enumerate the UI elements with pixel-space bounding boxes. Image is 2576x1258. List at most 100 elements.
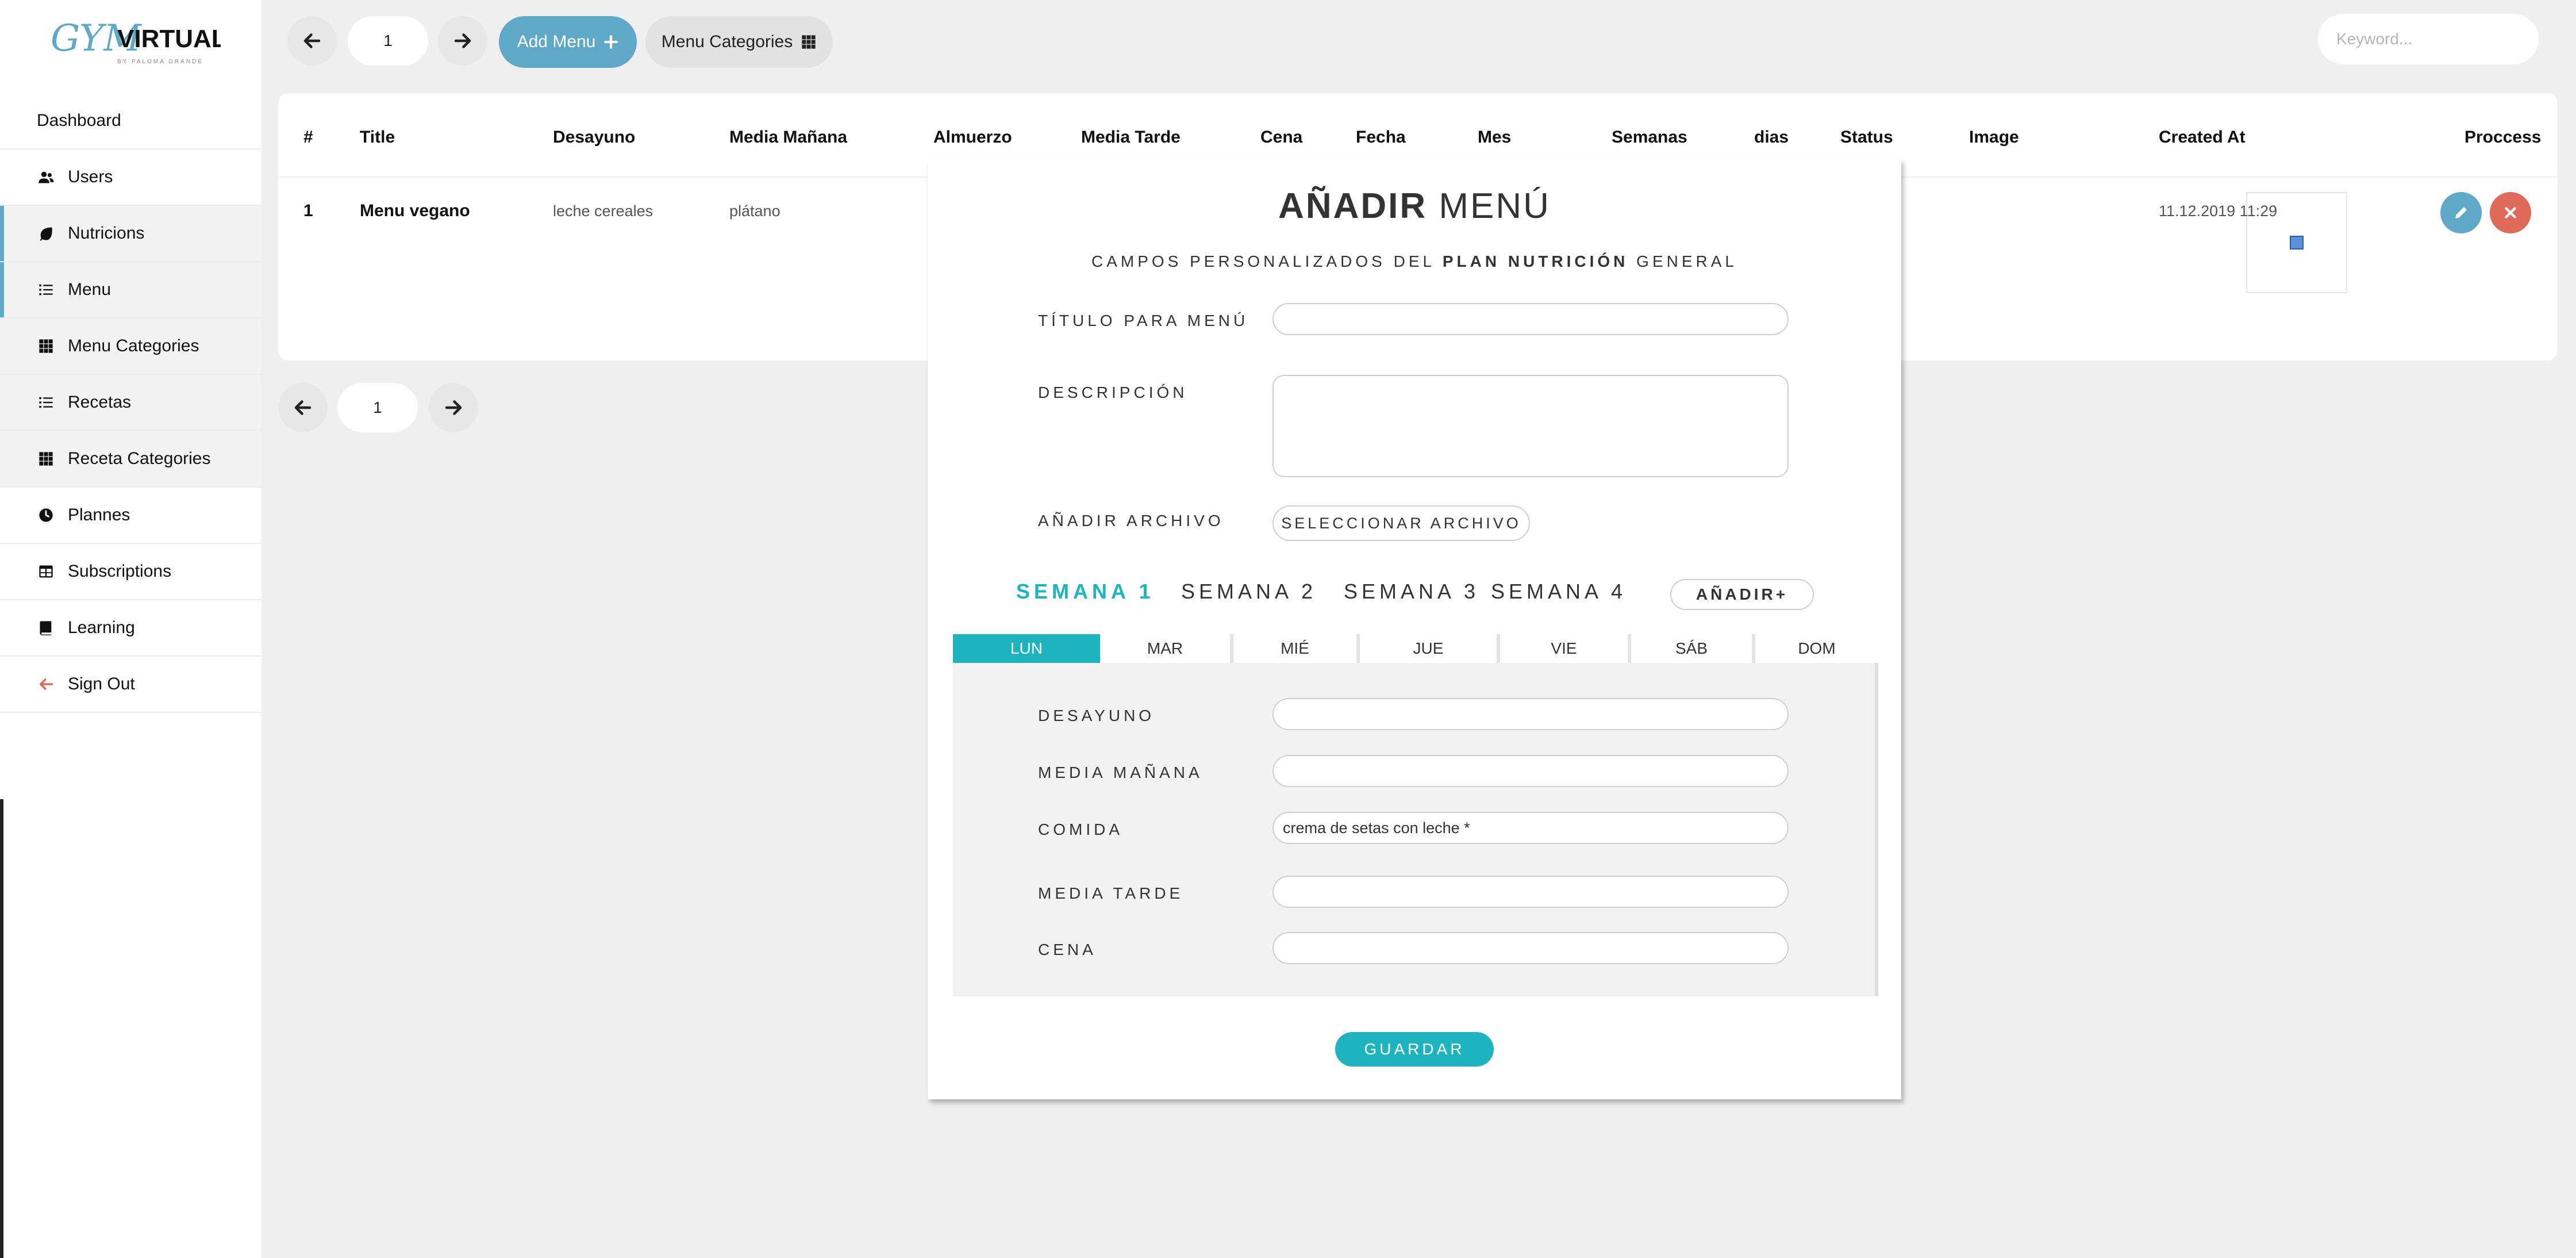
prev-page-button[interactable] <box>287 16 337 66</box>
page-number[interactable]: 1 <box>348 16 428 66</box>
add-week-button[interactable]: AÑADIR+ <box>1670 579 1814 610</box>
column-header: Proccess <box>2464 128 2542 147</box>
sidebar-item-label: Nutricions <box>68 224 145 243</box>
users-icon <box>37 168 55 186</box>
add-menu-label: Add Menu <box>517 32 596 51</box>
panel-scrollbar[interactable] <box>1875 663 1878 996</box>
tab-semana-4[interactable]: SEMANA 4 <box>1491 580 1627 604</box>
tab-day-lun[interactable]: LUN <box>953 634 1100 663</box>
row-media-manana: plátano <box>729 202 781 220</box>
meal-field-media-tarde[interactable] <box>1272 876 1789 908</box>
sidebar-item-label: Subscriptions <box>68 562 172 581</box>
sidebar-item-plannes[interactable]: Plannes <box>0 488 262 544</box>
menu-categories-button[interactable]: Menu Categories <box>645 16 833 68</box>
description-label: DESCRIPCIÓN <box>1038 383 1188 401</box>
sidebar-item-label: Recetas <box>68 393 132 412</box>
arrow-right-icon <box>445 400 462 415</box>
next-page-button[interactable] <box>429 383 478 432</box>
meal-label-media-tarde: MEDIA TARDE <box>1038 884 1184 902</box>
add-menu-button[interactable]: Add Menu <box>499 16 637 68</box>
tab-day-mie[interactable]: MIÉ <box>1233 634 1360 663</box>
svg-text:VIRTUAL: VIRTUAL <box>117 25 221 53</box>
save-button[interactable]: GUARDAR <box>1335 1032 1494 1067</box>
top-toolbar: 1 Add Menu Menu Categories <box>262 0 2576 86</box>
meal-field-comida[interactable] <box>1272 812 1789 844</box>
menu-title-field[interactable] <box>1272 303 1789 335</box>
sidebar-item-label: Dashboard <box>37 111 121 130</box>
tab-semana-3[interactable]: SEMANA 3 <box>1344 580 1479 604</box>
modal-title-bold: AÑADIR <box>1278 186 1428 226</box>
day-tabs: LUN MAR MIÉ JUE VIE SÁB DOM <box>953 634 1878 663</box>
column-header: Cena <box>1260 128 1303 147</box>
column-header: Almuerzo <box>933 128 1012 147</box>
sidebar-item-nutricions[interactable]: Nutricions <box>0 206 262 262</box>
tab-semana-2[interactable]: SEMANA 2 <box>1181 580 1317 604</box>
row-title: Menu vegano <box>360 201 470 220</box>
modal-title: AÑADIR MENÚ <box>928 186 1901 227</box>
plus-icon <box>604 35 618 49</box>
column-header: Media Mañana <box>729 128 848 147</box>
book-icon <box>37 619 55 637</box>
grid-icon <box>37 337 55 355</box>
meal-label-comida: COMIDA <box>1038 820 1123 838</box>
sidebar-item-receta-categories[interactable]: Receta Categories <box>0 431 262 488</box>
subtitle-pre: CAMPOS PERSONALIZADOS DEL <box>1091 252 1435 270</box>
add-menu-modal: AÑADIR MENÚ CAMPOS PERSONALIZADOS DEL PL… <box>928 159 1901 1099</box>
meal-label-cena: CENA <box>1038 941 1097 958</box>
arrow-left-icon <box>37 675 55 693</box>
select-file-button[interactable]: SELECCIONAR ARCHIVO <box>1272 505 1530 541</box>
row-desayuno: leche cereales <box>553 202 653 220</box>
close-icon <box>2505 207 2516 218</box>
tab-semana-1[interactable]: SEMANA 1 <box>1016 580 1155 604</box>
sidebar-item-recetas[interactable]: Recetas <box>0 375 262 431</box>
column-header: Title <box>360 128 395 147</box>
page-number[interactable]: 1 <box>337 383 418 432</box>
sidebar-item-sign-out[interactable]: Sign Out <box>0 657 262 713</box>
description-field[interactable] <box>1272 375 1789 477</box>
prev-page-button[interactable] <box>278 383 328 432</box>
svg-text:BY PALOMA GRANDE: BY PALOMA GRANDE <box>117 59 203 65</box>
sidebar-item-learning[interactable]: Learning <box>0 600 262 657</box>
leaf-icon <box>37 224 55 243</box>
next-page-button[interactable] <box>438 16 487 66</box>
delete-button[interactable] <box>2490 192 2531 233</box>
sidebar-item-menu[interactable]: Menu <box>0 262 262 319</box>
sidebar-nav: Dashboard Users Nutricions Menu Menu Cat… <box>0 93 262 713</box>
tab-day-dom[interactable]: DOM <box>1755 634 1878 663</box>
column-header: Media Tarde <box>1081 128 1181 147</box>
sidebar-item-dashboard[interactable]: Dashboard <box>0 93 262 149</box>
pencil-icon <box>2455 207 2467 218</box>
tab-day-jue[interactable]: JUE <box>1360 634 1500 663</box>
edit-button[interactable] <box>2440 192 2482 233</box>
search-input[interactable] <box>2318 14 2539 64</box>
tab-day-mar[interactable]: MAR <box>1100 634 1233 663</box>
list-icon <box>37 393 55 412</box>
row-number: 1 <box>303 201 313 220</box>
column-header: dias <box>1754 128 1789 147</box>
arrow-left-icon <box>303 33 321 48</box>
meal-field-media-manana[interactable] <box>1272 755 1789 787</box>
meal-field-cena[interactable] <box>1272 932 1789 964</box>
sidebar-item-label: Receta Categories <box>68 449 211 468</box>
tab-day-sab[interactable]: SÁB <box>1631 634 1755 663</box>
column-header: Semanas <box>1612 128 1687 147</box>
column-header: Desayuno <box>553 128 636 147</box>
sidebar-item-subscriptions[interactable]: Subscriptions <box>0 544 262 600</box>
sidebar-item-label: Users <box>68 167 113 186</box>
sidebar-item-users[interactable]: Users <box>0 149 262 206</box>
table-icon <box>37 562 55 581</box>
arrow-right-icon <box>454 33 471 48</box>
sidebar-item-label: Plannes <box>68 505 130 524</box>
meal-label-media-manana: MEDIA MAÑANA <box>1038 764 1203 781</box>
column-header: Mes <box>1478 128 1512 147</box>
column-header: Image <box>1969 128 2019 147</box>
subtitle-bold: PLAN NUTRICIÓN <box>1442 252 1629 270</box>
modal-title-light: MENÚ <box>1439 186 1551 226</box>
tab-day-vie[interactable]: VIE <box>1500 634 1631 663</box>
list-icon <box>37 281 55 299</box>
gym-virtual-logo[interactable]: GYM VIRTUAL BY PALOMA GRANDE <box>48 17 221 77</box>
sidebar-item-menu-categories[interactable]: Menu Categories <box>0 319 262 375</box>
meal-field-desayuno[interactable] <box>1272 698 1789 730</box>
broken-image-icon <box>2290 236 2304 250</box>
sidebar-item-label: Menu Categories <box>68 336 199 355</box>
